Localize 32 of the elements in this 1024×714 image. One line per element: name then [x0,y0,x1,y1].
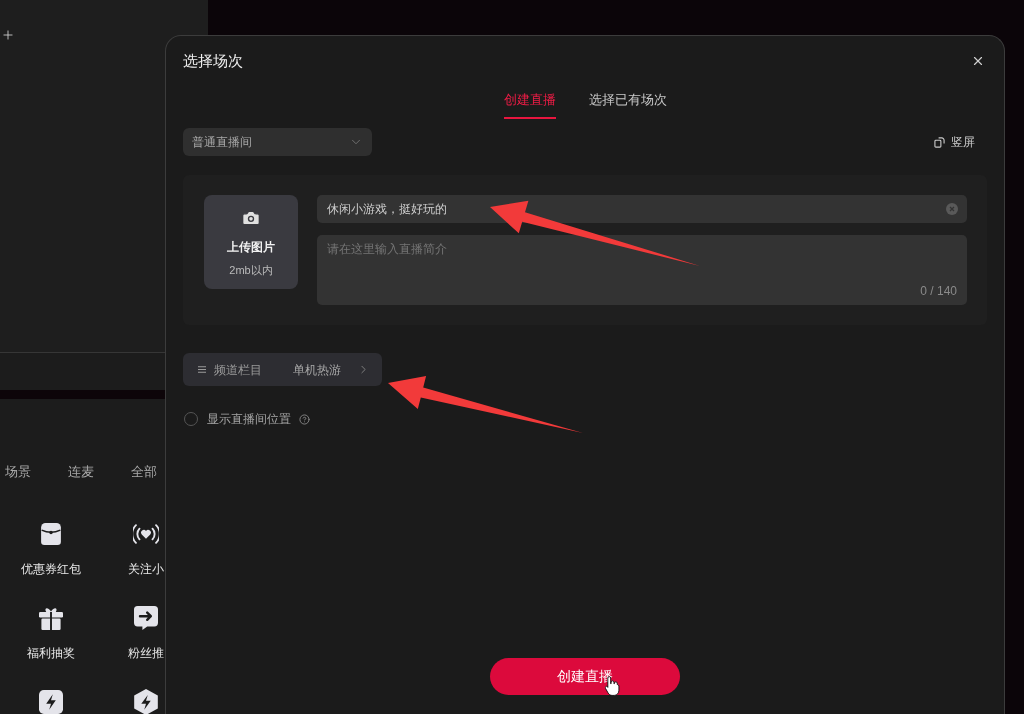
message-arrow-icon [133,606,158,630]
upload-label: 上传图片 [227,239,275,255]
close-icon [971,54,985,68]
category-button[interactable]: 频道栏目 单机热游 [183,353,382,386]
help-icon[interactable] [299,413,310,425]
plus-icon[interactable] [1,28,15,42]
close-button[interactable] [971,54,985,68]
dialog-tab[interactable]: 选择已有场次 [588,91,667,119]
create-live-button[interactable]: 创建直播 [490,658,680,695]
room-type-select[interactable]: 普通直播间 [183,128,372,156]
title-field[interactable]: 休闲小游戏，挺好玩的 [317,195,967,223]
list-icon [198,366,206,373]
tool-label[interactable]: 关注小 [127,561,164,577]
gift-icon [38,606,63,630]
orientation-toggle[interactable]: 竖屏 [934,134,975,150]
character-counter: 0 / 140 [920,283,957,299]
tool-label[interactable]: 优惠券红包 [20,561,81,577]
pouch-icon [40,523,61,545]
category-value: 单机热游 [293,361,341,379]
cover-upload[interactable]: 上传图片 2mb以内 [204,195,298,289]
tools-tab[interactable]: 全部 [131,463,157,481]
heart-signal-icon [132,523,159,545]
location-label: 显示直播间位置 [207,411,291,427]
tools-tab[interactable]: 场景 [5,463,31,481]
tool-label[interactable]: 福利抽奖 [26,645,75,661]
tools-tab[interactable]: 连麦 [68,463,94,481]
dialog-title: 选择场次 [183,51,243,71]
tool-label[interactable]: 粉丝推 [127,645,164,661]
upload-hint: 2mb以内 [229,263,273,278]
clear-icon[interactable] [946,203,958,215]
dialog-tab[interactable]: 创建直播 [503,91,556,119]
rotate-screen-icon [934,136,945,148]
